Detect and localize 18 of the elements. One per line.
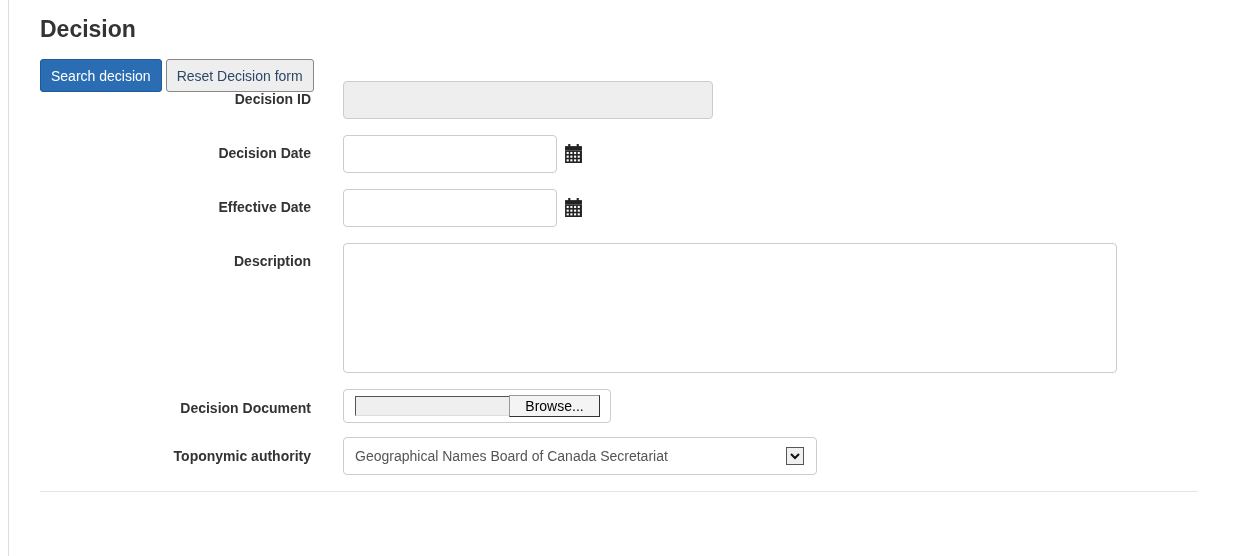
search-button[interactable]: Search decision (40, 59, 162, 92)
field-label: Decision Document (179, 399, 312, 416)
field-label: Description (233, 252, 312, 269)
section-title: Decision (40, 15, 137, 44)
field-label: Decision Date (217, 144, 312, 161)
date-field[interactable] (343, 135, 557, 173)
file-field[interactable]: Browse... (343, 389, 611, 423)
calendar-icon[interactable] (565, 198, 582, 217)
calendar-icon[interactable] (565, 144, 582, 163)
browse-button[interactable]: Browse... (509, 395, 600, 417)
reset-button[interactable]: Reset Decision form (165, 59, 314, 92)
date-field[interactable] (343, 189, 557, 227)
field-label: Effective Date (217, 198, 312, 215)
field-label: Toponymic authority (172, 447, 312, 464)
select-field[interactable]: Geographical Names Board of Canada Secretariat (343, 437, 817, 475)
field-label: Decision ID (233, 90, 312, 107)
dropdown-icon[interactable] (786, 447, 804, 465)
description-field[interactable] (343, 243, 1117, 373)
